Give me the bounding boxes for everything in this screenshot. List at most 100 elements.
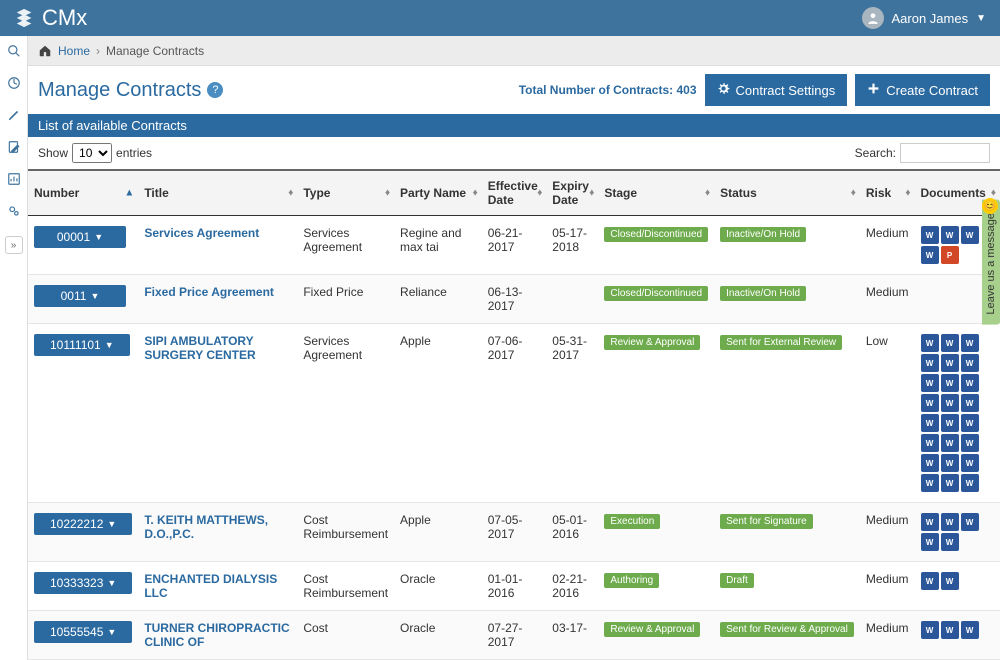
word-file-icon[interactable]: W (961, 414, 979, 432)
contract-settings-button[interactable]: Contract Settings (705, 74, 848, 106)
word-file-icon[interactable]: W (941, 474, 959, 492)
user-menu[interactable]: Aaron James ▼ (862, 7, 987, 29)
col-effective-date[interactable]: Effective Date♦ (482, 170, 547, 216)
word-file-icon[interactable]: W (921, 513, 939, 531)
expand-sidebar-button[interactable]: » (5, 236, 23, 254)
effective-date-cell: 06-13-2017 (482, 275, 547, 324)
topbar: CMx Aaron James ▼ (0, 0, 1000, 36)
word-file-icon[interactable]: W (921, 621, 939, 639)
word-file-icon[interactable]: W (921, 374, 939, 392)
contract-title-link[interactable]: SIPI AMBULATORY SURGERY CENTER (144, 334, 255, 362)
word-file-icon[interactable]: W (941, 374, 959, 392)
sort-icon: ♦ (905, 188, 910, 199)
word-file-icon[interactable]: W (941, 572, 959, 590)
avatar-icon (862, 7, 884, 29)
col-party[interactable]: Party Name♦ (394, 170, 482, 216)
word-file-icon[interactable]: W (941, 414, 959, 432)
word-file-icon[interactable]: W (961, 474, 979, 492)
contract-number-button[interactable]: 10555545 ▼ (34, 621, 132, 643)
table-row: 10111101 ▼ SIPI AMBULATORY SURGERY CENTER… (28, 324, 1000, 503)
word-file-icon[interactable]: W (921, 394, 939, 412)
contract-title-link[interactable]: T. KEITH MATTHEWS, D.O.,P.C. (144, 513, 268, 541)
party-cell: Apple (394, 324, 482, 503)
word-file-icon[interactable]: W (941, 334, 959, 352)
word-file-icon[interactable]: W (961, 621, 979, 639)
help-icon[interactable]: ? (207, 82, 223, 98)
word-file-icon[interactable]: W (921, 226, 939, 244)
col-number[interactable]: Number▲ (28, 170, 138, 216)
party-cell: Reliance (394, 275, 482, 324)
documents-cell: WWWWWWWWWWWWWWWWWWWWWWWW (921, 334, 994, 492)
word-file-icon[interactable]: W (961, 334, 979, 352)
dashboard-icon[interactable] (7, 76, 21, 90)
gears-icon[interactable] (7, 204, 21, 218)
expiry-date-cell: 05-17-2018 (546, 216, 598, 275)
contract-number-button[interactable]: 10222212 ▼ (34, 513, 132, 535)
contract-number-button[interactable]: 0011 ▼ (34, 285, 126, 307)
word-file-icon[interactable]: W (961, 226, 979, 244)
word-file-icon[interactable]: W (961, 513, 979, 531)
word-file-icon[interactable]: W (941, 226, 959, 244)
effective-date-cell: 01-01-2016 (482, 562, 547, 611)
col-expiry-date[interactable]: Expiry Date♦ (546, 170, 598, 216)
home-icon[interactable] (38, 44, 52, 58)
contract-number-button[interactable]: 10111101 ▼ (34, 334, 130, 356)
word-file-icon[interactable]: W (921, 454, 939, 472)
feedback-emoji-icon[interactable]: 😊 (982, 198, 998, 214)
contract-title-link[interactable]: ENCHANTED DIALYSIS LLC (144, 572, 277, 600)
entries-label: entries (116, 146, 152, 160)
chart-icon[interactable] (7, 172, 21, 186)
word-file-icon[interactable]: W (961, 354, 979, 372)
risk-cell: Low (860, 324, 915, 503)
word-file-icon[interactable]: W (961, 454, 979, 472)
feedback-tab[interactable]: Leave us a message! (982, 200, 1000, 325)
edit-document-icon[interactable] (7, 140, 21, 154)
word-file-icon[interactable]: W (941, 621, 959, 639)
word-file-icon[interactable]: W (961, 394, 979, 412)
risk-cell: Medium (860, 562, 915, 611)
search-icon[interactable] (7, 44, 21, 58)
word-file-icon[interactable]: W (941, 434, 959, 452)
effective-date-cell: 07-27-2017 (482, 611, 547, 660)
risk-cell: Medium (860, 216, 915, 275)
word-file-icon[interactable]: W (921, 334, 939, 352)
col-stage[interactable]: Stage♦ (598, 170, 714, 216)
party-cell: Regine and max tai (394, 216, 482, 275)
contract-title-link[interactable]: Services Agreement (144, 226, 259, 240)
contract-title-link[interactable]: Fixed Price Agreement (144, 285, 274, 299)
word-file-icon[interactable]: W (941, 533, 959, 551)
word-file-icon[interactable]: W (961, 434, 979, 452)
word-file-icon[interactable]: W (921, 434, 939, 452)
word-file-icon[interactable]: W (921, 354, 939, 372)
entries-select[interactable]: 10 (72, 143, 112, 163)
contract-number-button[interactable]: 00001 ▼ (34, 226, 126, 248)
word-file-icon[interactable]: W (921, 533, 939, 551)
party-cell: Oracle (394, 611, 482, 660)
word-file-icon[interactable]: W (921, 246, 939, 264)
type-cell: Services Agreement (297, 216, 394, 275)
word-file-icon[interactable]: W (921, 474, 939, 492)
contract-number-button[interactable]: 10333323 ▼ (34, 572, 132, 594)
word-file-icon[interactable]: W (961, 374, 979, 392)
col-title[interactable]: Title♦ (138, 170, 297, 216)
type-cell: Services Agreement (297, 324, 394, 503)
create-contract-button[interactable]: Create Contract (855, 74, 990, 106)
search-input[interactable] (900, 143, 990, 163)
documents-cell: WWW (921, 621, 994, 639)
word-file-icon[interactable]: W (941, 513, 959, 531)
logo[interactable]: CMx (14, 5, 87, 31)
word-file-icon[interactable]: W (921, 572, 939, 590)
contract-title-link[interactable]: TURNER CHIROPRACTIC CLINIC OF (144, 621, 289, 649)
col-status[interactable]: Status♦ (714, 170, 860, 216)
word-file-icon[interactable]: W (941, 454, 959, 472)
word-file-icon[interactable]: W (921, 414, 939, 432)
breadcrumb-home-link[interactable]: Home (58, 44, 90, 58)
sort-icon: ♦ (589, 188, 594, 199)
expiry-date-cell: 03-17- (546, 611, 598, 660)
col-risk[interactable]: Risk♦ (860, 170, 915, 216)
pencil-icon[interactable] (7, 108, 21, 122)
word-file-icon[interactable]: W (941, 354, 959, 372)
pdf-file-icon[interactable]: P (941, 246, 959, 264)
word-file-icon[interactable]: W (941, 394, 959, 412)
col-type[interactable]: Type♦ (297, 170, 394, 216)
